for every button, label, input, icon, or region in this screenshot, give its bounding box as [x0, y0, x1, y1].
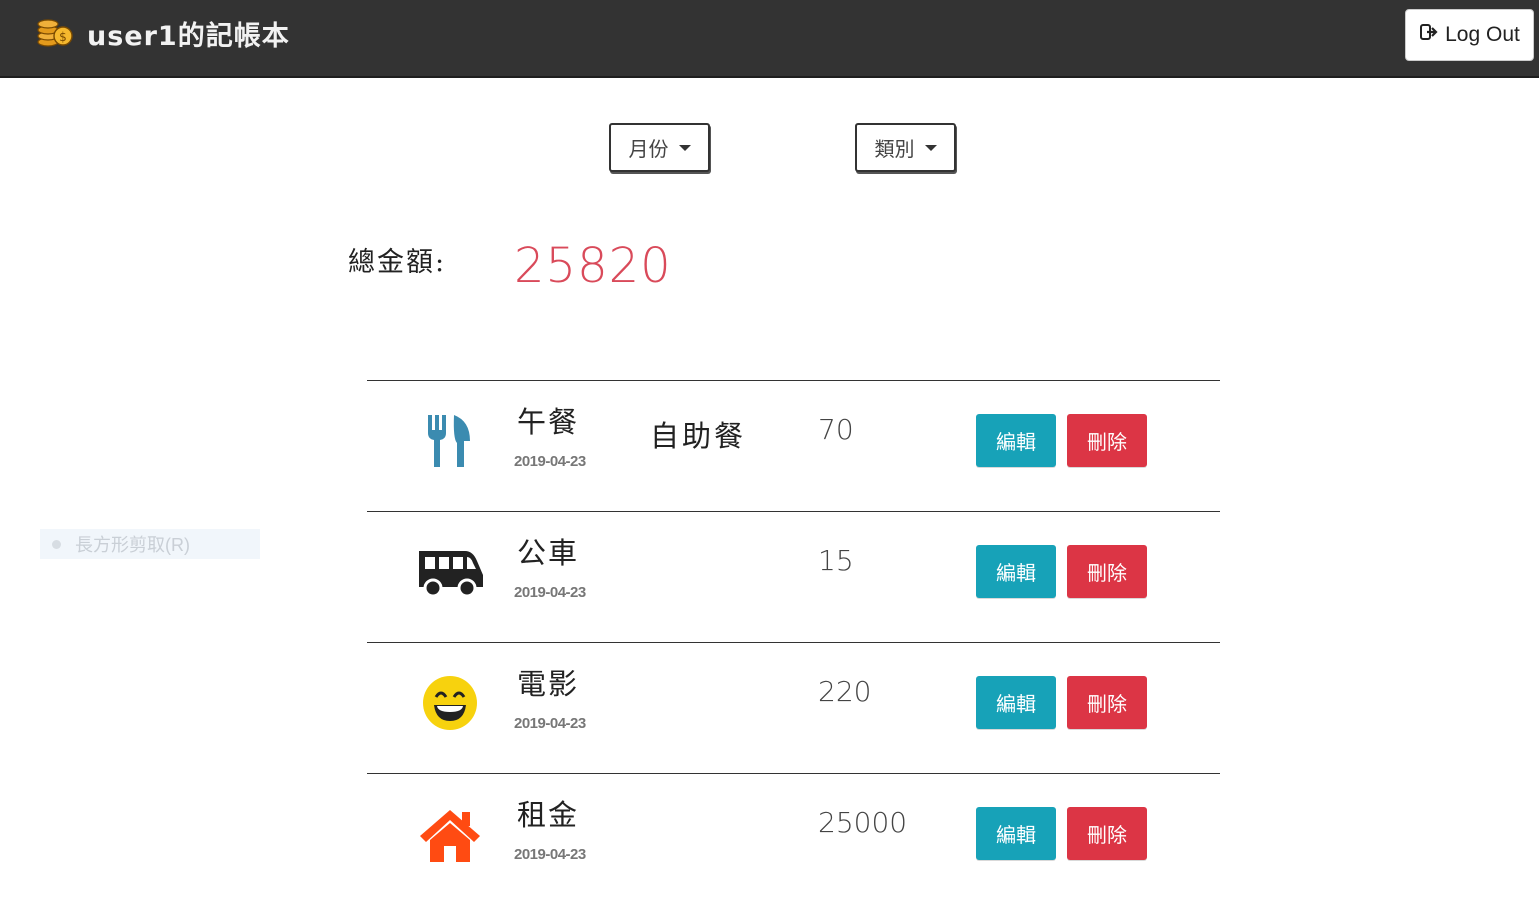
svg-text:$: $: [59, 30, 67, 44]
edit-button[interactable]: 編輯: [976, 676, 1056, 729]
edit-button[interactable]: 編輯: [976, 545, 1056, 598]
edit-button[interactable]: 編輯: [976, 807, 1056, 860]
delete-button[interactable]: 刪除: [1067, 676, 1147, 729]
logout-label: Log Out: [1445, 23, 1520, 46]
record-amount: 15: [818, 544, 854, 577]
total-label: 總金額:: [348, 247, 447, 278]
caret-down-icon: [678, 144, 691, 151]
record-amount: 70: [818, 413, 854, 446]
month-dropdown[interactable]: 月份: [609, 123, 710, 172]
dot-icon: [52, 539, 61, 549]
delete-button[interactable]: 刪除: [1067, 414, 1147, 467]
category-dropdown-label: 類別: [874, 137, 915, 161]
coins-icon: $: [36, 14, 74, 48]
smile-icon: [413, 673, 487, 733]
record-row: 電影 2019-04-23 220 編輯 刪除: [367, 642, 1220, 773]
app-title: user1的記帳本: [87, 21, 290, 52]
record-date: 2019-04-23: [514, 584, 586, 601]
sign-out-icon: [1419, 22, 1439, 48]
bus-icon: [413, 542, 487, 602]
record-note: 自助餐: [650, 419, 747, 453]
record-title: 電影: [517, 667, 580, 701]
record-row: 公車 2019-04-23 15 編輯 刪除: [367, 511, 1220, 642]
record-title: 午餐: [517, 405, 580, 439]
navbar: $ user1的記帳本 Log Out: [0, 0, 1539, 78]
category-dropdown[interactable]: 類別: [855, 123, 956, 172]
delete-button[interactable]: 刪除: [1067, 807, 1147, 860]
caret-down-icon: [924, 144, 937, 151]
total-amount: 25820: [514, 238, 672, 294]
record-title: 公車: [517, 536, 580, 570]
snip-tool-label: 長方形剪取(R): [75, 535, 190, 555]
record-row: 午餐 2019-04-23 自助餐 70 編輯 刪除: [367, 380, 1220, 511]
record-title: 租金: [517, 798, 580, 832]
record-amount: 25000: [818, 806, 908, 839]
home-icon: [413, 804, 487, 864]
record-amount: 220: [818, 675, 872, 708]
record-row: 租金 2019-04-23 25000 編輯 刪除: [367, 773, 1220, 904]
month-dropdown-label: 月份: [628, 137, 669, 161]
delete-button[interactable]: 刪除: [1067, 545, 1147, 598]
record-date: 2019-04-23: [514, 715, 586, 732]
edit-button[interactable]: 編輯: [976, 414, 1056, 467]
logout-button[interactable]: Log Out: [1405, 9, 1534, 61]
record-list: 午餐 2019-04-23 自助餐 70 編輯 刪除 公車 2019-04-23…: [367, 380, 1220, 904]
utensils-icon: [413, 411, 487, 471]
record-date: 2019-04-23: [514, 453, 586, 470]
snip-tool-overlay[interactable]: 長方形剪取(R): [40, 529, 260, 559]
